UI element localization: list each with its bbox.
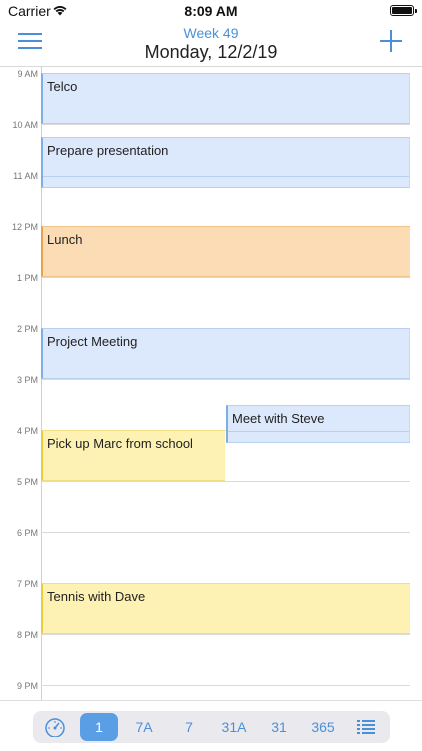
hour-label: 1 PM <box>16 273 38 283</box>
event-pick-up-marc[interactable]: Pick up Marc from school <box>41 430 225 481</box>
event-title: Tennis with Dave <box>47 589 146 604</box>
hour-label: 3 PM <box>16 375 38 385</box>
event-lunch[interactable]: Lunch <box>41 226 410 277</box>
day-timeline[interactable]: 9 AM 10 AM 11 AM 12 PM 1 PM 2 PM 3 PM 4 … <box>0 66 422 700</box>
event-telco[interactable]: Telco <box>41 73 410 124</box>
event-title: Telco <box>47 79 78 94</box>
hour-label: 9 AM <box>17 69 38 79</box>
status-time: 8:09 AM <box>184 3 238 19</box>
list-icon[interactable] <box>357 720 377 734</box>
event-project-meeting[interactable]: Project Meeting <box>41 328 410 379</box>
hour-label: 11 AM <box>13 171 38 181</box>
hour-label: 2 PM <box>16 324 38 334</box>
event-title: Pick up Marc from school <box>47 436 193 451</box>
hour-label: 8 PM <box>16 630 38 640</box>
view-month-button[interactable]: 31 <box>260 711 298 743</box>
hour-gridline <box>41 634 410 635</box>
hour-label: 7 PM <box>16 579 38 589</box>
event-title: Lunch <box>47 232 83 247</box>
week-label[interactable]: Week 49 <box>0 25 422 41</box>
hour-label: 9 PM <box>16 681 38 691</box>
view-segmented-control: 1 7A 7 31A 31 365 <box>33 711 390 743</box>
hour-gridline <box>41 532 410 533</box>
hour-gridline <box>41 481 410 482</box>
event-tennis-with-dave[interactable]: Tennis with Dave <box>41 583 410 634</box>
hour-label: 4 PM <box>16 426 38 436</box>
view-year-button[interactable]: 365 <box>303 711 343 743</box>
view-day-button[interactable]: 1 <box>80 713 118 741</box>
hour-gridline <box>41 685 410 686</box>
add-event-button[interactable] <box>380 30 402 52</box>
hour-label: 5 PM <box>16 477 38 487</box>
view-week-agenda-button[interactable]: 7A <box>125 711 163 743</box>
event-title: Prepare presentation <box>47 143 169 158</box>
hour-gridline <box>41 277 410 278</box>
view-week-button[interactable]: 7 <box>170 711 208 743</box>
view-month-agenda-button[interactable]: 31A <box>215 711 253 743</box>
event-meet-with-steve[interactable]: Meet with Steve <box>226 405 410 443</box>
hour-gridline <box>41 379 410 380</box>
event-prepare-presentation[interactable]: Prepare presentation <box>41 137 410 188</box>
view-toolbar: 1 7A 7 31A 31 365 <box>0 700 422 751</box>
date-title[interactable]: Monday, 12/2/19 <box>0 42 422 63</box>
hour-label: 12 PM <box>11 222 38 232</box>
header: Week 49 Monday, 12/2/19 <box>0 22 422 67</box>
status-bar: Carrier 8:09 AM <box>0 0 422 22</box>
battery-icon <box>390 5 417 16</box>
dashboard-gauge-icon[interactable] <box>43 717 67 737</box>
hour-gridline <box>41 124 410 125</box>
hour-label: 6 PM <box>16 528 38 538</box>
event-title: Project Meeting <box>47 334 138 349</box>
hour-label: 10 AM <box>12 120 38 130</box>
event-title: Meet with Steve <box>232 411 325 426</box>
